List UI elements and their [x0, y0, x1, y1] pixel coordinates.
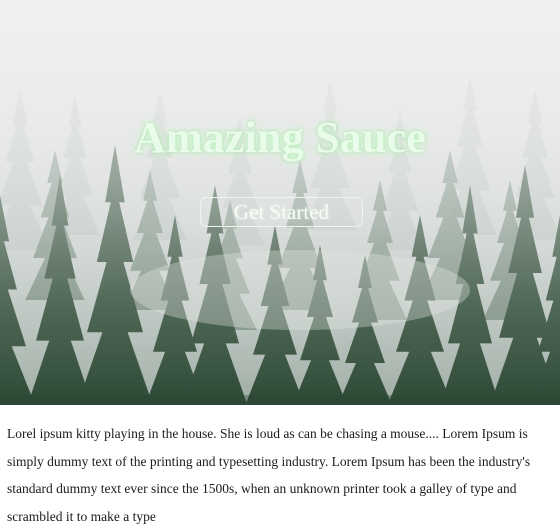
hero-title: Amazing Sauce	[133, 113, 427, 162]
hero-section: Amazing Sauce Get Started	[0, 0, 560, 405]
intro-paragraph: Lorel ipsum kitty playing in the house. …	[7, 426, 531, 524]
get-started-button[interactable]: Get Started	[200, 197, 363, 227]
